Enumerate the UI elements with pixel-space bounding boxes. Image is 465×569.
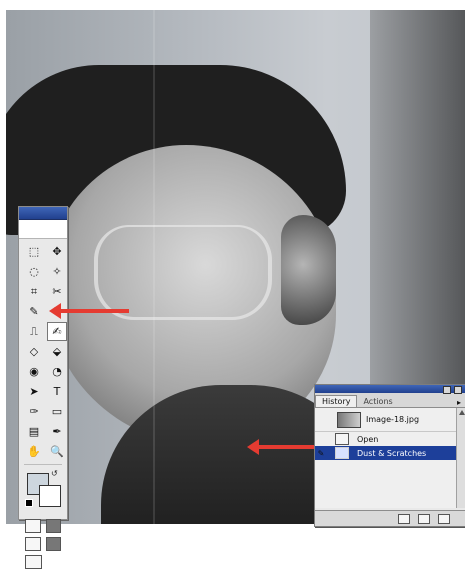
history-brush-source-icon[interactable]: ✎ (315, 449, 327, 458)
hand-icon[interactable]: ✋ (25, 443, 43, 460)
tools-palette: ⬚✥◌✧⌗✂✎✎⎍✍◇⬙◉◔➤T✑▭▤✒✋🔍 ↺ (18, 206, 68, 569)
history-footer (315, 510, 465, 526)
lasso-icon[interactable]: ◌ (25, 263, 43, 280)
magic-wand-icon[interactable]: ✧ (48, 263, 66, 280)
tab-history[interactable]: History (315, 395, 358, 407)
history-snapshot[interactable]: Image-18.jpg (315, 408, 465, 432)
mask-mode-row (19, 515, 67, 533)
photo-fold-line (153, 10, 155, 524)
screen-mode-row (19, 533, 67, 551)
tools-palette-titlebar[interactable] (19, 207, 67, 220)
scroll-up-icon[interactable] (458, 410, 465, 415)
paint-bucket-icon[interactable]: ⬙ (48, 343, 66, 360)
triangle-menu-icon[interactable]: ▸ (452, 398, 465, 407)
red-arrow-history (247, 439, 317, 455)
slice-icon[interactable]: ✂ (48, 283, 66, 300)
close-icon[interactable] (454, 386, 462, 394)
adobe-logo-icon[interactable] (19, 220, 67, 239)
snapshot-thumbnail (337, 411, 361, 428)
default-colors-icon[interactable] (25, 499, 33, 507)
standard-mode-icon[interactable] (25, 519, 41, 533)
color-swatches: ↺ (23, 469, 63, 515)
document-icon (335, 447, 349, 459)
history-brush-icon[interactable]: ✍ (47, 322, 67, 341)
background-color-swatch[interactable] (39, 485, 61, 507)
notes-icon[interactable]: ▤ (25, 423, 43, 440)
minimize-icon[interactable] (443, 386, 451, 394)
type-icon[interactable]: T (48, 383, 66, 400)
photo-glasses (94, 225, 272, 320)
marquee-icon[interactable]: ⬚ (25, 243, 43, 260)
photo-ear (281, 215, 336, 325)
new-snapshot-icon[interactable] (418, 513, 430, 524)
history-tabs: History Actions ▸ (315, 393, 465, 408)
history-scrollbar[interactable] (456, 408, 465, 508)
history-step-label: Dust & Scratches (357, 448, 427, 458)
history-titlebar[interactable] (315, 385, 465, 394)
tools-grid: ⬚✥◌✧⌗✂✎✎⎍✍◇⬙◉◔➤T✑▭▤✒✋🔍 (19, 239, 67, 460)
snapshot-label: Image-18.jpg (366, 415, 420, 424)
document-icon (335, 433, 349, 445)
tools-separator (24, 464, 62, 465)
pen-icon[interactable]: ✑ (25, 403, 43, 420)
full-screen-icon[interactable] (45, 537, 61, 551)
history-step-label: Open (357, 434, 379, 444)
history-step-open[interactable]: Open (315, 432, 465, 446)
history-list: Image-18.jpg Open ✎ Dust & Scratches (315, 408, 465, 508)
jump-to-imageready-icon[interactable] (25, 555, 42, 569)
delete-icon[interactable] (438, 513, 450, 524)
healing-brush-icon[interactable]: ✎ (25, 303, 43, 320)
zoom-icon[interactable]: 🔍 (48, 443, 66, 460)
stamp-icon[interactable]: ⎍ (25, 323, 43, 340)
rectangle-icon[interactable]: ▭ (48, 403, 66, 420)
history-panel: History Actions ▸ Image-18.jpg Open ✎ Du… (314, 384, 465, 527)
path-selection-icon[interactable]: ➤ (25, 383, 43, 400)
eraser-icon[interactable]: ◇ (25, 343, 43, 360)
history-step-dust-scratches[interactable]: ✎ Dust & Scratches (315, 446, 465, 460)
standard-screen-icon[interactable] (25, 537, 41, 551)
swap-colors-icon[interactable]: ↺ (51, 469, 58, 478)
move-icon[interactable]: ✥ (48, 243, 66, 260)
eyedropper-icon[interactable]: ✒ (48, 423, 66, 440)
tab-actions[interactable]: Actions (357, 396, 398, 407)
jump-row (19, 551, 67, 569)
quick-mask-icon[interactable] (45, 519, 61, 533)
new-document-icon[interactable] (398, 513, 410, 524)
crop-icon[interactable]: ⌗ (25, 283, 43, 300)
red-arrow-toolbox (49, 303, 129, 319)
blur-icon[interactable]: ◉ (25, 363, 43, 380)
dodge-icon[interactable]: ◔ (48, 363, 66, 380)
